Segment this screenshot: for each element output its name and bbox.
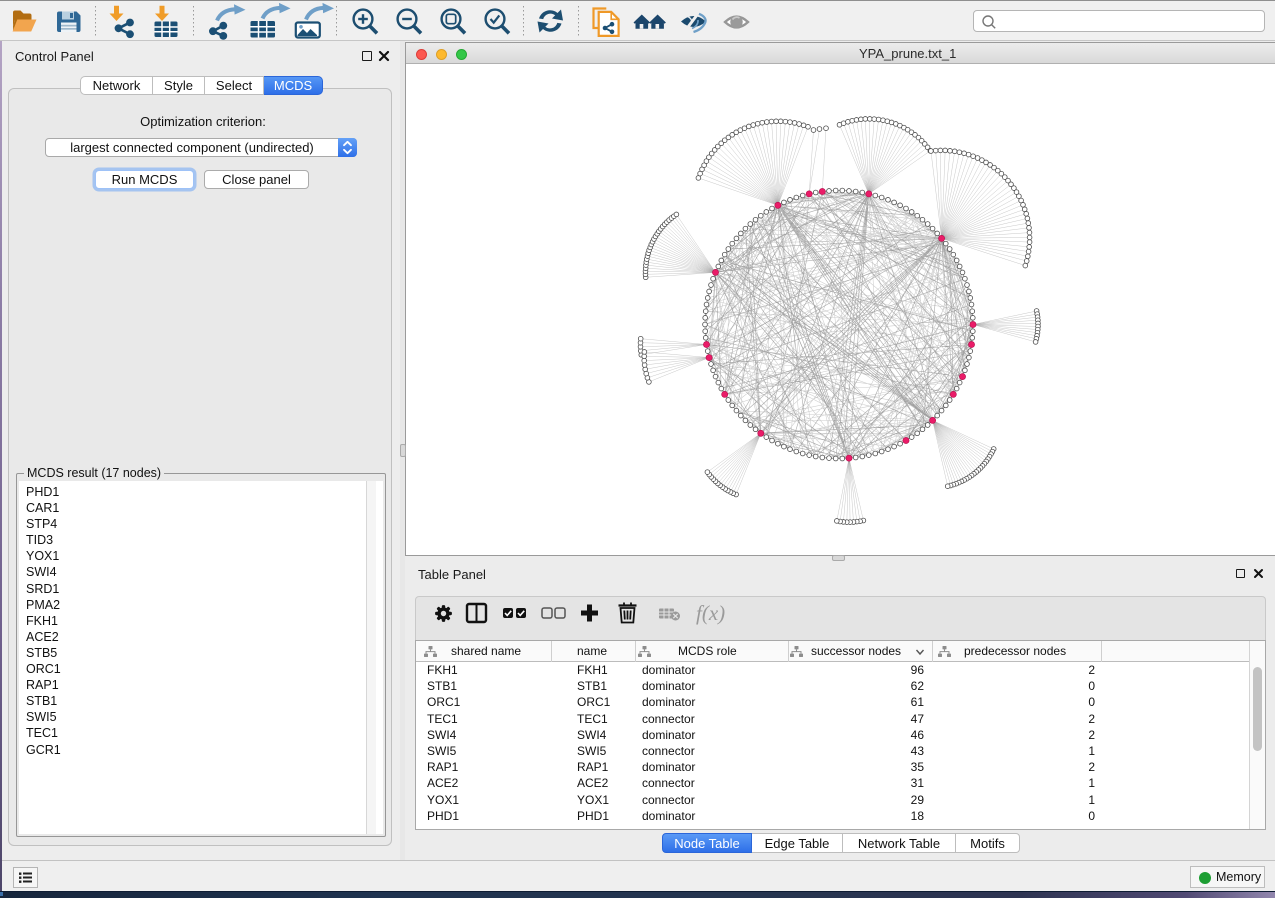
svg-text:f(x): f(x) bbox=[696, 601, 725, 625]
